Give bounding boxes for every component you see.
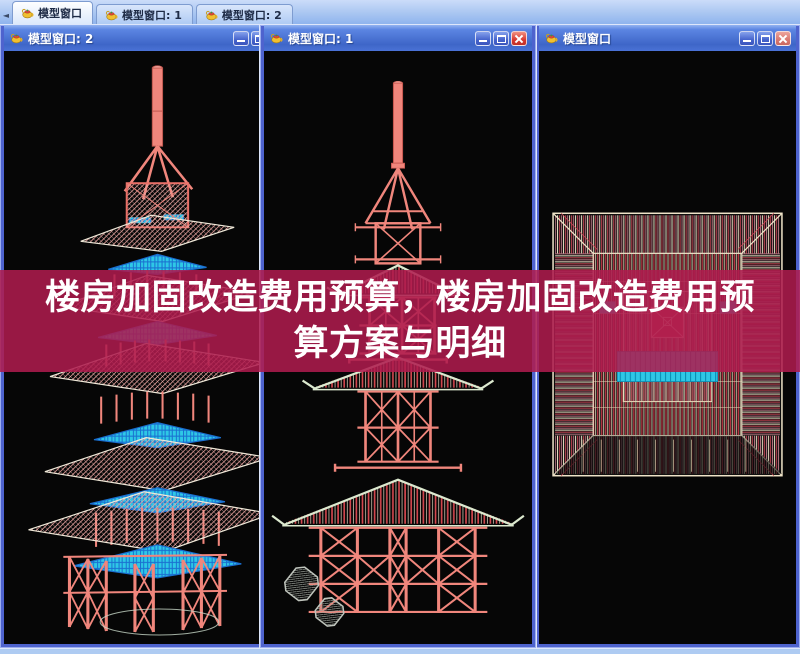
viewport-tab-bar: ◄ 模型窗口 模型窗口: 1 模型窗口: 2 [0,0,800,25]
maximize-icon [497,34,506,43]
viewport-window-elevation: 模型窗口: 1 [260,25,536,648]
minimize-button[interactable] [475,30,491,46]
window-title: 模型窗口 [563,31,612,46]
viewport-icon [204,9,218,21]
app-screen: ◄ 模型窗口 模型窗口: 1 模型窗口: 2 模型窗口: 2 模型窗口: 1 模… [0,0,800,654]
viewport-canvas-perspective[interactable] [4,51,272,644]
window-title: 模型窗口: 2 [28,31,94,46]
tab-model-window[interactable]: 模型窗口 [12,1,93,24]
window-titlebar[interactable]: 模型窗口: 2 [4,25,272,51]
viewport-window-perspective: 模型窗口: 2 [0,25,276,648]
viewport-icon [269,32,283,44]
minimize-button[interactable] [739,30,755,46]
viewport-canvas-plan[interactable] [539,51,796,644]
window-titlebar[interactable]: 模型窗口 [539,25,796,51]
window-title: 模型窗口: 1 [288,31,354,46]
tab-label: 模型窗口: 2 [221,8,282,22]
minimize-icon [743,39,751,42]
pagoda-elevation-wireframe [271,80,525,627]
maximize-icon [761,34,770,43]
maximize-button[interactable] [493,30,509,46]
pagoda-3d-wireframe [28,65,272,636]
tab-label: 模型窗口 [38,7,82,20]
viewport-icon [20,7,34,19]
window-titlebar[interactable]: 模型窗口: 1 [264,25,532,51]
close-icon [512,32,526,45]
minimize-button[interactable] [233,30,249,46]
viewport-canvas-elevation[interactable] [264,51,532,644]
viewport-icon [104,9,118,21]
viewport-icon [544,32,558,44]
minimize-icon [479,39,487,42]
tab-model-window-1[interactable]: 模型窗口: 1 [96,4,193,24]
tab-model-window-2[interactable]: 模型窗口: 2 [195,4,293,24]
tab-label: 模型窗口: 1 [122,8,182,22]
tab-scroll-left-icon[interactable]: ◄ [0,6,12,24]
maximize-button[interactable] [757,30,773,46]
pagoda-plan-wireframe [552,212,783,477]
viewport-icon [9,32,23,44]
viewport-window-plan: 模型窗口 [535,25,800,648]
minimize-icon [237,39,245,42]
close-button[interactable] [775,30,791,46]
close-button[interactable] [511,30,527,46]
close-icon [776,32,790,45]
